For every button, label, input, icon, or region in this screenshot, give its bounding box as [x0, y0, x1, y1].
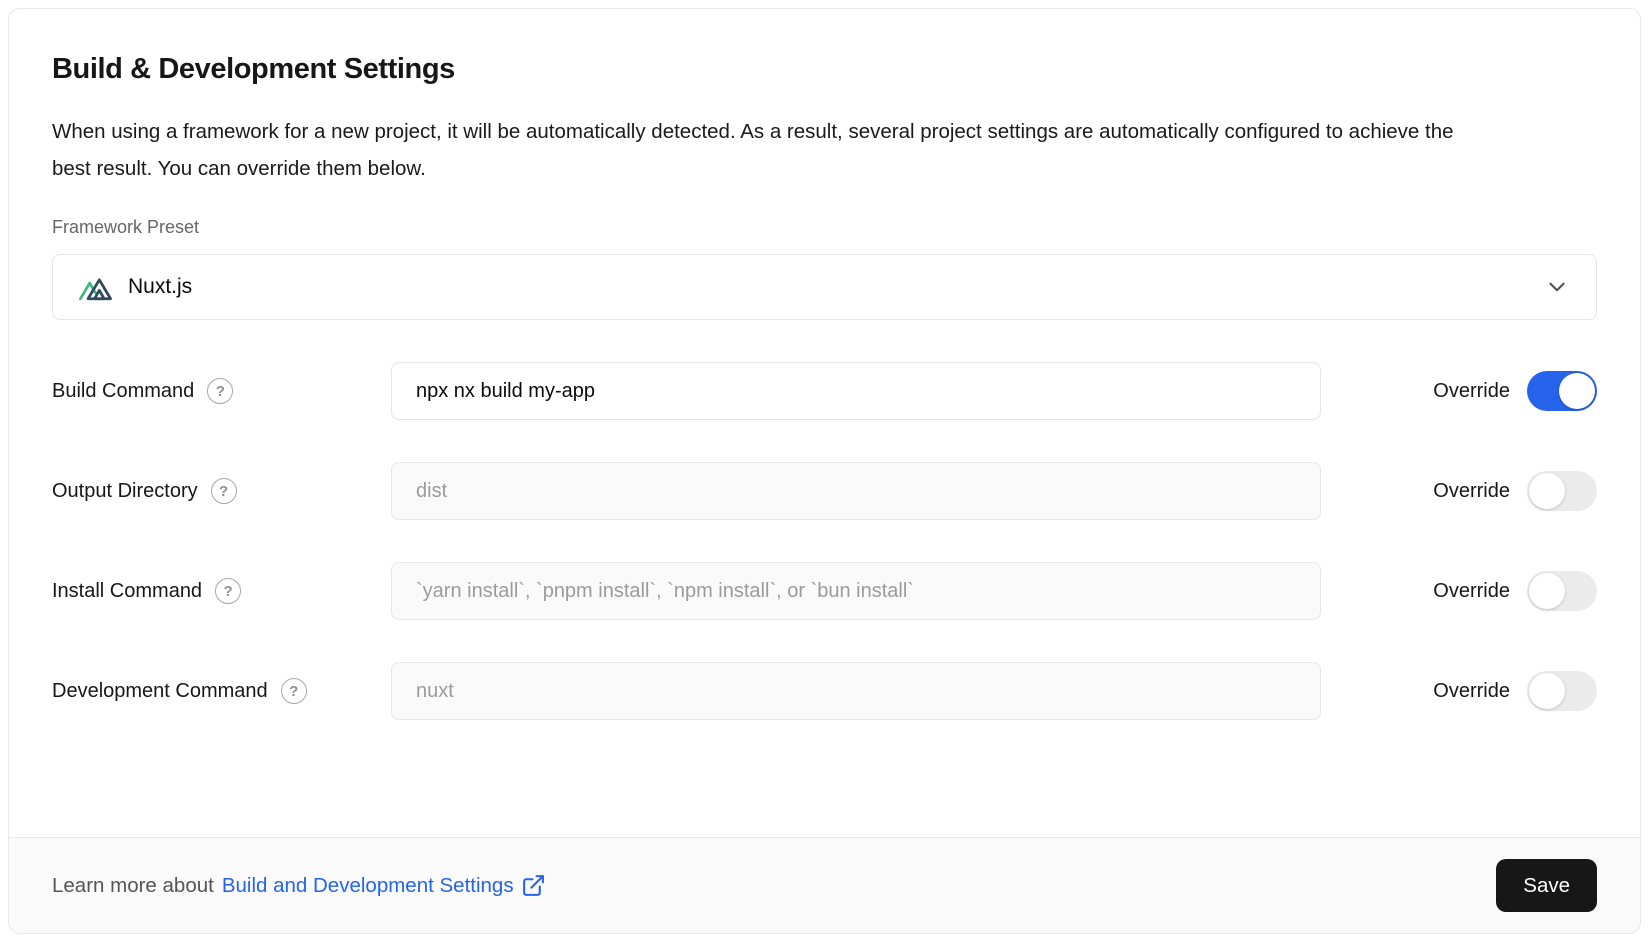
override-group: Override	[1433, 671, 1597, 711]
override-group: Override	[1433, 371, 1597, 411]
card-footer: Learn more about Build and Development S…	[9, 837, 1640, 933]
learn-more-link[interactable]: Build and Development Settings	[222, 873, 546, 898]
setting-input	[391, 462, 1321, 520]
setting-label-group: Development Command ?	[52, 678, 391, 704]
setting-input[interactable]	[391, 362, 1321, 420]
settings-rows: Build Command ? Override Output Director…	[52, 362, 1597, 720]
override-label: Override	[1433, 380, 1510, 403]
setting-input	[391, 562, 1321, 620]
setting-row: Output Directory ? Override	[52, 462, 1597, 520]
override-label: Override	[1433, 580, 1510, 603]
setting-label: Output Directory	[52, 480, 198, 503]
override-toggle[interactable]	[1527, 571, 1597, 611]
override-toggle[interactable]	[1527, 671, 1597, 711]
setting-row: Build Command ? Override	[52, 362, 1597, 420]
framework-preset-select[interactable]: Nuxt.js	[52, 254, 1597, 320]
override-group: Override	[1433, 471, 1597, 511]
override-label: Override	[1433, 680, 1510, 703]
setting-label-group: Build Command ?	[52, 378, 391, 404]
override-group: Override	[1433, 571, 1597, 611]
override-label: Override	[1433, 480, 1510, 503]
framework-preset-label: Framework Preset	[52, 216, 1597, 238]
settings-description: When using a framework for a new project…	[52, 113, 1464, 187]
chevron-down-icon	[1544, 274, 1570, 300]
toggle-knob	[1529, 673, 1565, 709]
toggle-knob	[1559, 373, 1595, 409]
nuxt-logo-icon	[78, 273, 115, 302]
setting-input	[391, 662, 1321, 720]
framework-preset-value: Nuxt.js	[128, 275, 192, 299]
build-settings-card: Build & Development Settings When using …	[8, 8, 1641, 934]
learn-more-link-label: Build and Development Settings	[222, 874, 514, 898]
setting-label-group: Install Command ?	[52, 578, 391, 604]
override-toggle[interactable]	[1527, 471, 1597, 511]
save-button[interactable]: Save	[1496, 859, 1597, 912]
help-icon[interactable]: ?	[215, 578, 241, 604]
help-icon[interactable]: ?	[281, 678, 307, 704]
setting-row: Development Command ? Override	[52, 662, 1597, 720]
external-link-icon	[521, 873, 546, 898]
setting-row: Install Command ? Override	[52, 562, 1597, 620]
setting-label: Development Command	[52, 680, 268, 703]
toggle-knob	[1529, 573, 1565, 609]
help-icon[interactable]: ?	[211, 478, 237, 504]
setting-label-group: Output Directory ?	[52, 478, 391, 504]
override-toggle[interactable]	[1527, 371, 1597, 411]
learn-more-prefix: Learn more about	[52, 874, 214, 898]
toggle-knob	[1529, 473, 1565, 509]
setting-label: Install Command	[52, 580, 202, 603]
learn-more-text: Learn more about Build and Development S…	[52, 873, 546, 898]
page-title: Build & Development Settings	[52, 51, 1597, 87]
help-icon[interactable]: ?	[207, 378, 233, 404]
setting-label: Build Command	[52, 380, 194, 403]
card-body: Build & Development Settings When using …	[9, 9, 1640, 837]
